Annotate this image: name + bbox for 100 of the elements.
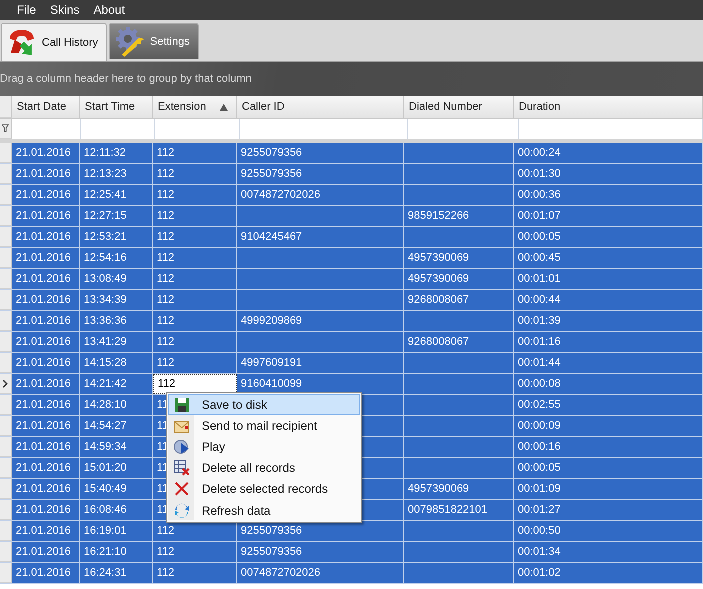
date-cell: 21.01.2016: [12, 164, 80, 184]
column-header[interactable]: Start Date: [12, 96, 80, 118]
time-cell: 15:01:20: [80, 458, 153, 478]
time-cell: 14:59:34: [80, 437, 153, 457]
date-cell: 21.01.2016: [12, 311, 80, 331]
time-cell: 14:21:42: [80, 374, 153, 394]
time-cell: 16:08:46: [80, 500, 153, 520]
date-cell: 21.01.2016: [12, 563, 80, 583]
duration-cell: 00:01:34: [514, 542, 703, 562]
duration-cell: 00:00:05: [514, 458, 703, 478]
date-cell: 21.01.2016: [12, 290, 80, 310]
menu-item[interactable]: About: [86, 3, 132, 17]
dialed-number-cell: 9268008067: [404, 332, 514, 352]
tab[interactable]: Call History: [1, 23, 108, 61]
column-header[interactable]: Extension: [153, 96, 237, 118]
duration-cell: 00:00:24: [514, 143, 703, 163]
caller-id-cell: 9255079356: [237, 143, 404, 163]
date-cell: 21.01.2016: [12, 353, 80, 373]
date-cell: 21.01.2016: [12, 248, 80, 268]
extension-cell: 112: [153, 374, 237, 394]
date-cell: 21.01.2016: [12, 269, 80, 289]
date-cell: 21.01.2016: [12, 458, 80, 478]
caller-id-cell: 4997609191: [237, 353, 404, 373]
column-header[interactable]: Start Time: [80, 96, 153, 118]
dialed-number-cell: 9268008067: [404, 290, 514, 310]
caller-id-cell: 4999209869: [237, 311, 404, 331]
time-cell: 12:25:41: [80, 185, 153, 205]
duration-cell: 00:01:07: [514, 206, 703, 226]
extension-cell: 112: [153, 248, 237, 268]
caller-id-cell: 0074872702026: [237, 563, 404, 583]
extension-cell: 112: [153, 164, 237, 184]
sort-ascending-icon: [220, 104, 228, 110]
gear-wrench-icon: [114, 26, 146, 58]
duration-cell: 00:01:30: [514, 164, 703, 184]
caller-id-cell: 9255079356: [237, 521, 404, 541]
row-indicator[interactable]: [0, 374, 12, 394]
dialed-number-cell: 4957390069: [404, 248, 514, 268]
duration-cell: 00:01:27: [514, 500, 703, 520]
time-cell: 12:11:32: [80, 143, 153, 163]
date-cell: 21.01.2016: [12, 185, 80, 205]
time-cell: 14:54:27: [80, 416, 153, 436]
time-cell: 12:27:15: [80, 206, 153, 226]
dialed-number-cell: 0079851822101: [404, 500, 514, 520]
date-cell: 21.01.2016: [12, 227, 80, 247]
time-cell: 13:36:36: [80, 311, 153, 331]
menu-item[interactable]: File: [10, 3, 44, 17]
duration-cell: 00:00:05: [514, 227, 703, 247]
play-disc-icon: [174, 438, 190, 455]
duration-cell: 00:00:44: [514, 290, 703, 310]
caller-id-cell: 9160410099: [237, 374, 404, 394]
extension-cell: 112: [153, 206, 237, 226]
extension-cell: 112: [153, 311, 237, 331]
extension-cell: 112: [153, 143, 237, 163]
extension-cell: 112: [153, 227, 237, 247]
duration-cell: 00:01:09: [514, 479, 703, 499]
context-menu-item[interactable]: Save to disk: [168, 394, 360, 416]
date-cell: 21.01.2016: [12, 542, 80, 562]
menu-item[interactable]: Skins: [43, 3, 87, 17]
duration-cell: 00:00:50: [514, 521, 703, 541]
time-cell: 16:19:01: [80, 521, 153, 541]
time-cell: 14:28:10: [80, 395, 153, 415]
dialed-number-cell: 4957390069: [404, 269, 514, 289]
column-header[interactable]: Duration: [514, 96, 703, 118]
duration-cell: 00:01:39: [514, 311, 703, 331]
time-cell: 16:24:31: [80, 563, 153, 583]
dialed-number-cell: 9859152266: [404, 206, 514, 226]
caller-id-cell: 0074872702026: [237, 185, 404, 205]
duration-cell: 00:01:02: [514, 563, 703, 583]
time-cell: 16:21:10: [80, 542, 153, 562]
date-cell: 21.01.2016: [12, 521, 80, 541]
caller-id-cell: 9255079356: [237, 164, 404, 184]
date-cell: 21.01.2016: [12, 416, 80, 436]
extension-cell: 112: [153, 290, 237, 310]
dialed-number-cell: 4957390069: [404, 479, 514, 499]
extension-cell: 112: [153, 521, 237, 541]
date-cell: 21.01.2016: [12, 143, 80, 163]
time-cell: 14:15:28: [80, 353, 153, 373]
date-cell: 21.01.2016: [12, 206, 80, 226]
extension-cell: 112: [153, 542, 237, 562]
time-cell: 12:54:16: [80, 248, 153, 268]
duration-cell: 00:01:16: [514, 332, 703, 352]
duration-cell: 00:00:08: [514, 374, 703, 394]
table-delete-icon: [174, 460, 190, 476]
extension-cell: 112: [153, 269, 237, 289]
tab[interactable]: Settings: [109, 23, 199, 59]
extension-cell: 112: [153, 563, 237, 583]
column-header[interactable]: Caller ID: [237, 96, 404, 118]
group-panel-hint: Drag a column header here to group by that column: [0, 73, 252, 85]
extension-cell: 112: [153, 332, 237, 352]
extension-cell: 112: [153, 185, 237, 205]
time-cell: 15:40:49: [80, 479, 153, 499]
duration-cell: 00:00:09: [514, 416, 703, 436]
duration-cell: 00:00:36: [514, 185, 703, 205]
time-cell: 12:53:21: [80, 227, 153, 247]
date-cell: 21.01.2016: [12, 479, 80, 499]
time-cell: 13:34:39: [80, 290, 153, 310]
column-header[interactable]: Dialed Number: [404, 96, 514, 118]
date-cell: 21.01.2016: [12, 395, 80, 415]
duration-cell: 00:02:55: [514, 395, 703, 415]
date-cell: 21.01.2016: [12, 374, 80, 394]
